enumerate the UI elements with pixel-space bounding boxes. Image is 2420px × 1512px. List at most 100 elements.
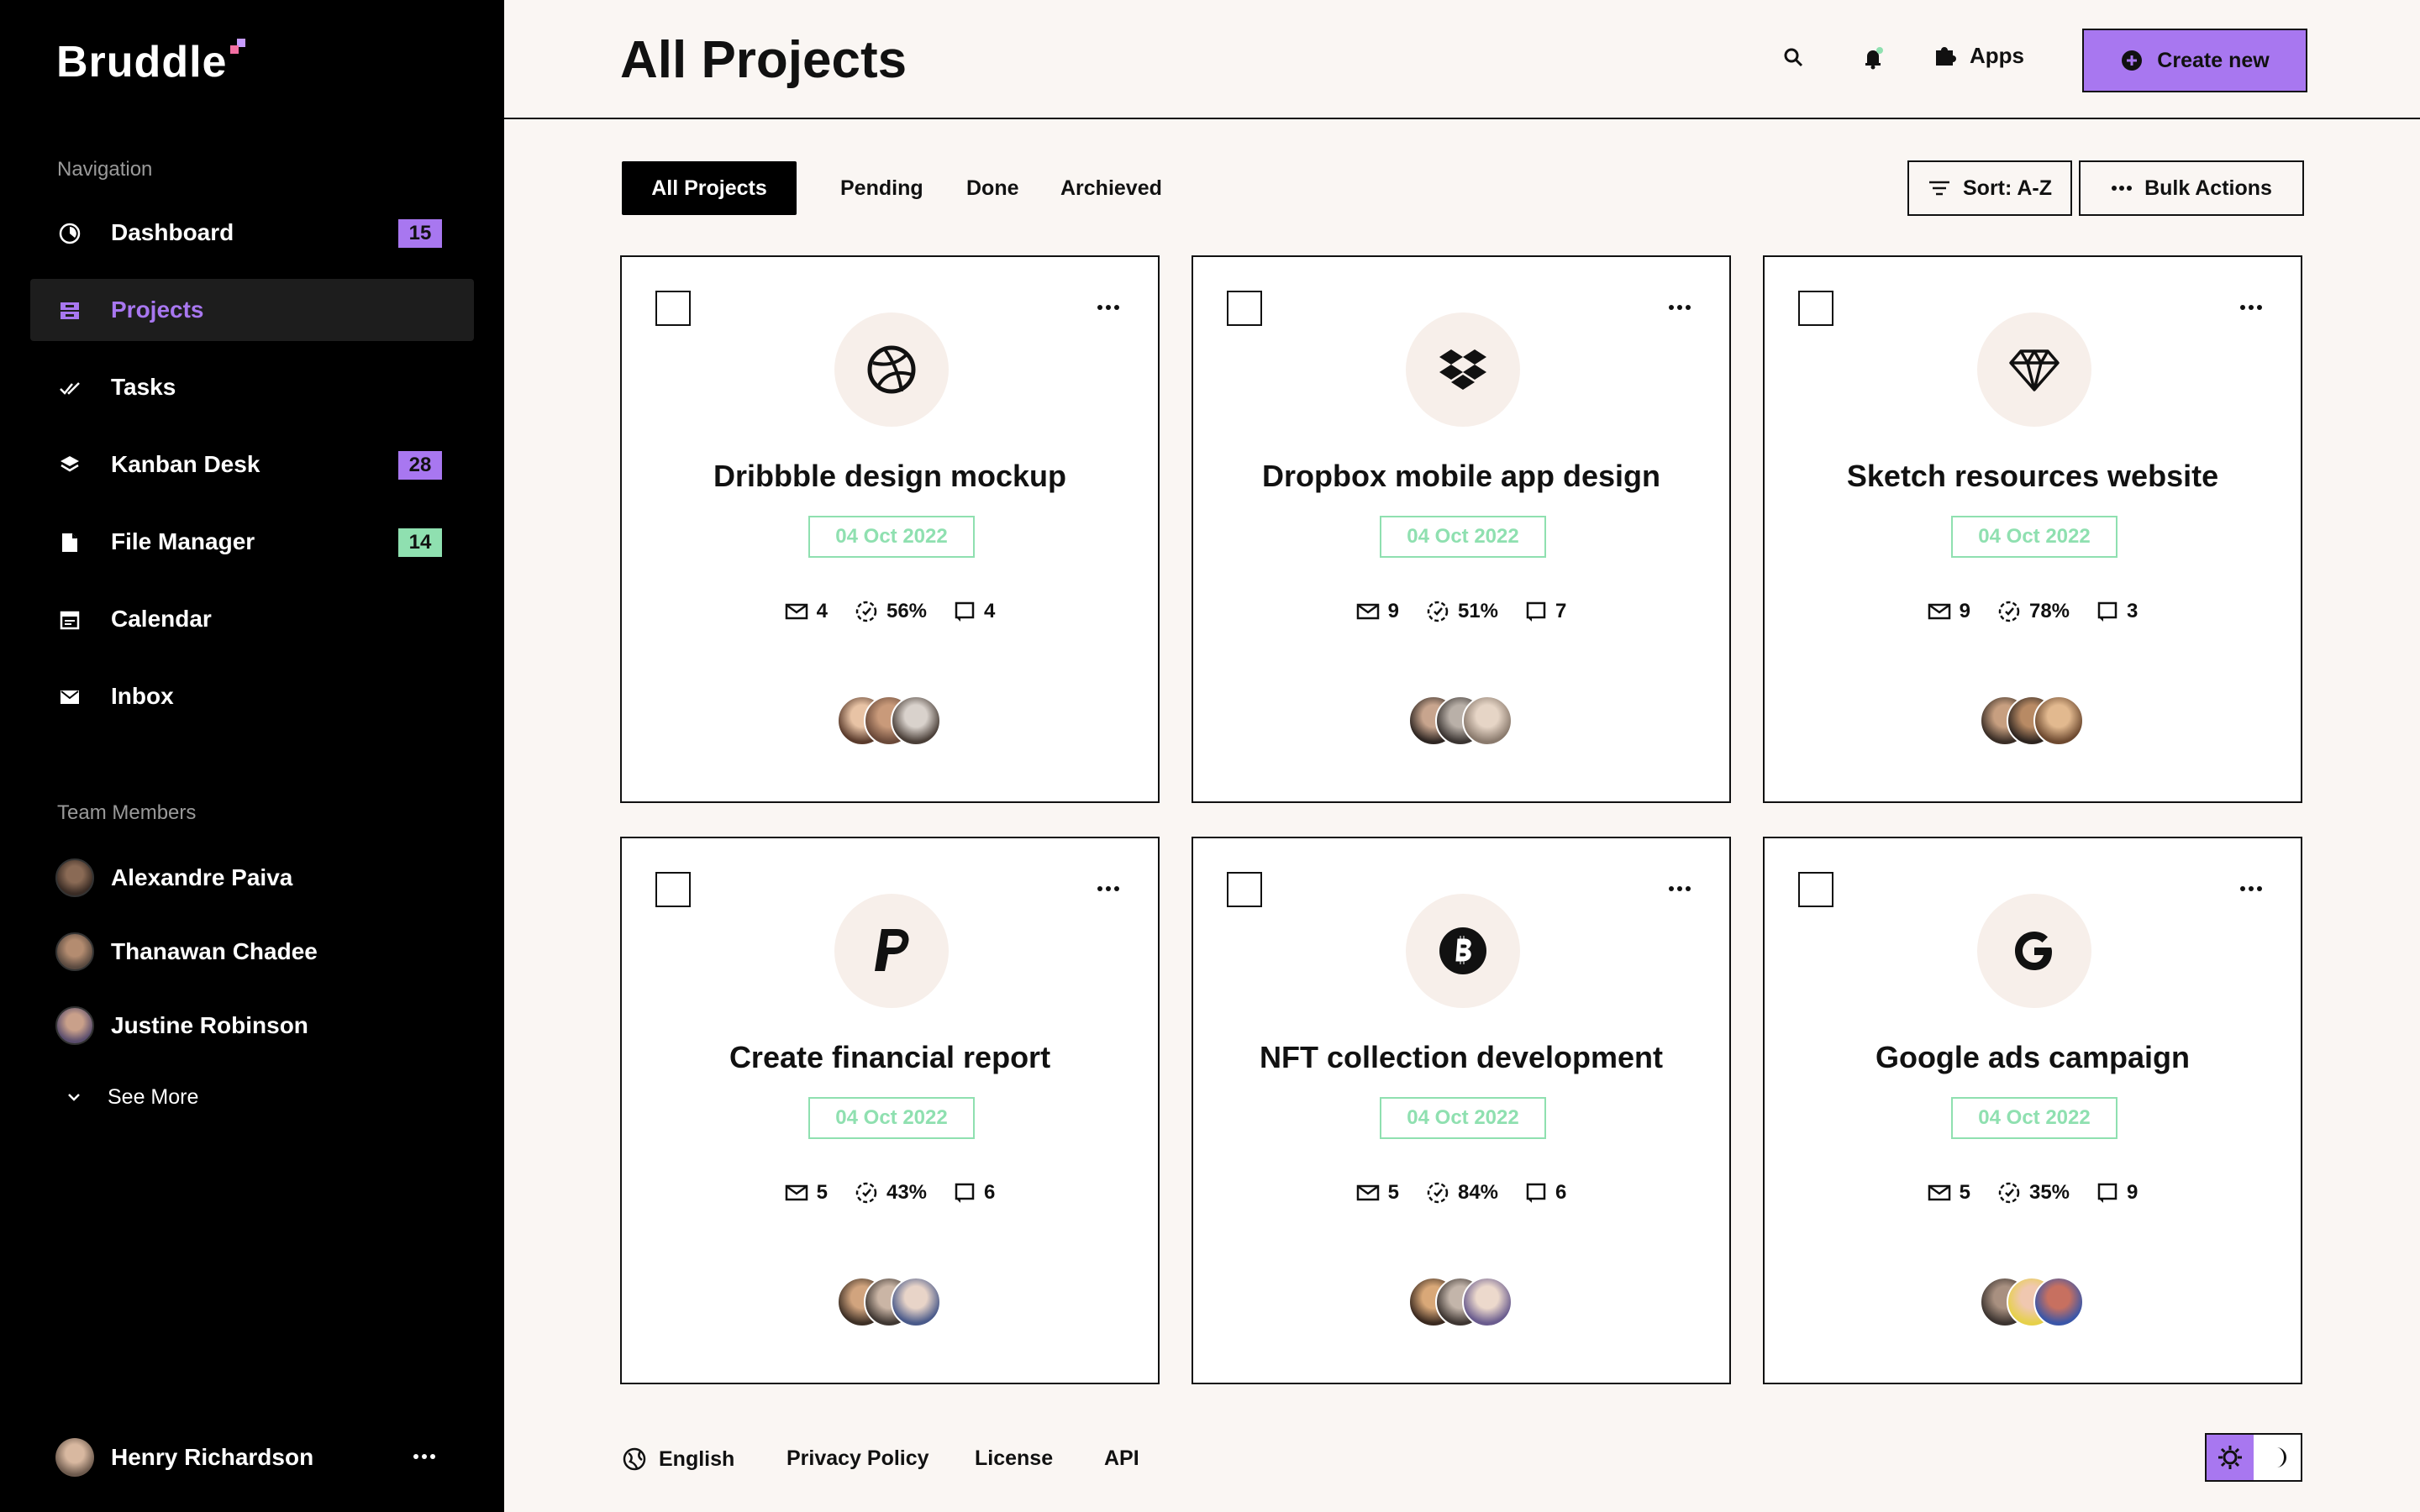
project-logo bbox=[1977, 894, 2091, 1008]
avatar bbox=[891, 1277, 941, 1327]
more-horizontal-icon[interactable] bbox=[1667, 301, 1692, 314]
sort-button[interactable]: Sort: A-Z bbox=[1907, 160, 2072, 216]
progress-icon bbox=[1427, 601, 1449, 622]
sidebar-item-tasks[interactable]: Tasks bbox=[30, 356, 474, 418]
tasks-box-icon bbox=[1526, 601, 1546, 622]
app-logo[interactable]: Bruddle bbox=[56, 37, 227, 87]
tasks-count: 6 bbox=[1555, 1181, 1567, 1204]
messages-count: 5 bbox=[1959, 1181, 1970, 1204]
light-mode-option[interactable] bbox=[2207, 1435, 2254, 1480]
progress-value: 51% bbox=[1457, 600, 1499, 622]
project-date: 04 Oct 2022 bbox=[1951, 1097, 2118, 1139]
project-card[interactable]: Sketch resources website 04 Oct 2022 9 7… bbox=[1763, 255, 2302, 803]
count-badge: 15 bbox=[398, 219, 442, 248]
dark-mode-option[interactable] bbox=[2254, 1435, 2301, 1480]
progress-icon bbox=[1998, 1182, 2020, 1204]
create-new-button[interactable]: Create new bbox=[2082, 29, 2307, 92]
page-title: All Projects bbox=[620, 31, 908, 89]
project-logo bbox=[1977, 312, 2091, 427]
project-card[interactable]: NFT collection development 04 Oct 2022 5… bbox=[1192, 837, 1731, 1384]
more-horizontal-icon[interactable] bbox=[2238, 301, 2264, 314]
avatar bbox=[2033, 696, 2084, 746]
team-member[interactable]: Alexandre Paiva bbox=[55, 857, 292, 899]
sidebar-item-label: Tasks bbox=[111, 374, 176, 400]
select-checkbox[interactable] bbox=[655, 291, 691, 326]
more-horizontal-icon[interactable] bbox=[1096, 301, 1121, 314]
project-stats: 9 78% 3 bbox=[1765, 600, 2301, 623]
project-logo bbox=[834, 312, 949, 427]
team-member[interactable]: Thanawan Chadee bbox=[55, 931, 318, 973]
avatar bbox=[2033, 1277, 2084, 1327]
inbox-icon bbox=[60, 690, 79, 704]
select-checkbox[interactable] bbox=[1798, 291, 1833, 326]
search-icon[interactable] bbox=[1780, 44, 1808, 72]
sidebar-item-inbox[interactable]: Inbox bbox=[30, 665, 474, 727]
tab-done[interactable]: Done bbox=[966, 161, 1019, 215]
sidebar-item-label: File Manager bbox=[111, 528, 255, 554]
tasks-box-icon bbox=[2097, 601, 2118, 622]
more-horizontal-icon[interactable] bbox=[1096, 882, 1121, 895]
more-horizontal-icon[interactable] bbox=[1667, 882, 1692, 895]
sidebar-item-projects[interactable]: Projects bbox=[30, 279, 474, 341]
bell-icon[interactable] bbox=[1859, 44, 1887, 72]
theme-toggle[interactable] bbox=[2205, 1433, 2302, 1482]
privacy-policy-link[interactable]: Privacy Policy bbox=[786, 1446, 929, 1471]
project-title: Google ads campaign bbox=[1875, 1040, 2191, 1074]
project-card[interactable]: Google ads campaign 04 Oct 2022 5 35% 9 bbox=[1763, 837, 2302, 1384]
tab-all-projects[interactable]: All Projects bbox=[622, 161, 797, 215]
select-checkbox[interactable] bbox=[1227, 291, 1262, 326]
progress-icon bbox=[855, 601, 877, 622]
bitcoin-icon bbox=[1439, 927, 1486, 974]
apps-button[interactable]: Apps bbox=[1931, 42, 2024, 69]
mail-icon bbox=[1928, 603, 1950, 620]
dribbble-icon bbox=[867, 345, 916, 394]
tab-pending[interactable]: Pending bbox=[840, 161, 923, 215]
tasks-count: 6 bbox=[984, 1181, 996, 1204]
sidebar-item-kanban-desk[interactable]: Kanban Desk 28 bbox=[30, 433, 474, 496]
see-more-button[interactable]: See More bbox=[62, 1085, 198, 1110]
tab-archieved[interactable]: Archieved bbox=[1060, 161, 1162, 215]
project-logo bbox=[834, 894, 949, 1008]
project-card[interactable]: Dropbox mobile app design 04 Oct 2022 9 … bbox=[1192, 255, 1731, 803]
member-name: Justine Robinson bbox=[111, 1012, 308, 1038]
project-title: Create financial report bbox=[729, 1040, 1051, 1074]
project-card[interactable]: Create financial report 04 Oct 2022 5 43… bbox=[620, 837, 1160, 1384]
progress-icon bbox=[1998, 601, 2020, 622]
api-link[interactable]: API bbox=[1104, 1446, 1139, 1471]
project-stats: 5 84% 6 bbox=[1193, 1181, 1729, 1205]
dashboard-icon bbox=[59, 223, 81, 244]
project-stats: 5 43% 6 bbox=[622, 1181, 1158, 1205]
dropbox-icon bbox=[1439, 349, 1486, 390]
current-user[interactable]: Henry Richardson bbox=[55, 1438, 313, 1477]
avatar bbox=[55, 1438, 94, 1477]
google-icon bbox=[2015, 932, 2052, 970]
project-logo bbox=[1406, 312, 1520, 427]
more-horizontal-icon[interactable] bbox=[2238, 882, 2264, 895]
language-selector[interactable]: English bbox=[622, 1446, 734, 1472]
select-checkbox[interactable] bbox=[655, 872, 691, 907]
select-checkbox[interactable] bbox=[1227, 872, 1262, 907]
member-name: Alexandre Paiva bbox=[111, 864, 293, 890]
more-horizontal-icon[interactable] bbox=[412, 1448, 437, 1465]
project-date: 04 Oct 2022 bbox=[1380, 516, 1546, 558]
progress-value: 56% bbox=[886, 600, 928, 622]
tasks-count: 7 bbox=[1555, 600, 1567, 622]
file-icon bbox=[62, 533, 77, 552]
avatar bbox=[55, 932, 94, 971]
avatar bbox=[1462, 696, 1512, 746]
sidebar-item-dashboard[interactable]: Dashboard 15 bbox=[30, 202, 474, 264]
bulk-actions-button[interactable]: Bulk Actions bbox=[2079, 160, 2304, 216]
avatar-group bbox=[837, 696, 955, 748]
select-checkbox[interactable] bbox=[1798, 872, 1833, 907]
project-card[interactable]: Dribbble design mockup 04 Oct 2022 4 56%… bbox=[620, 255, 1160, 803]
tasks-box-icon bbox=[1526, 1183, 1546, 1203]
sketch-icon bbox=[2009, 349, 2060, 391]
sidebar-item-calendar[interactable]: Calendar bbox=[30, 588, 474, 650]
filter-lines-icon bbox=[1929, 181, 1949, 196]
kanban-icon bbox=[60, 456, 79, 472]
progress-value: 84% bbox=[1457, 1181, 1499, 1204]
license-link[interactable]: License bbox=[975, 1446, 1053, 1471]
sidebar-item-file-manager[interactable]: File Manager 14 bbox=[30, 511, 474, 573]
chevron-down-icon bbox=[68, 1093, 80, 1101]
team-member[interactable]: Justine Robinson bbox=[55, 1005, 308, 1047]
